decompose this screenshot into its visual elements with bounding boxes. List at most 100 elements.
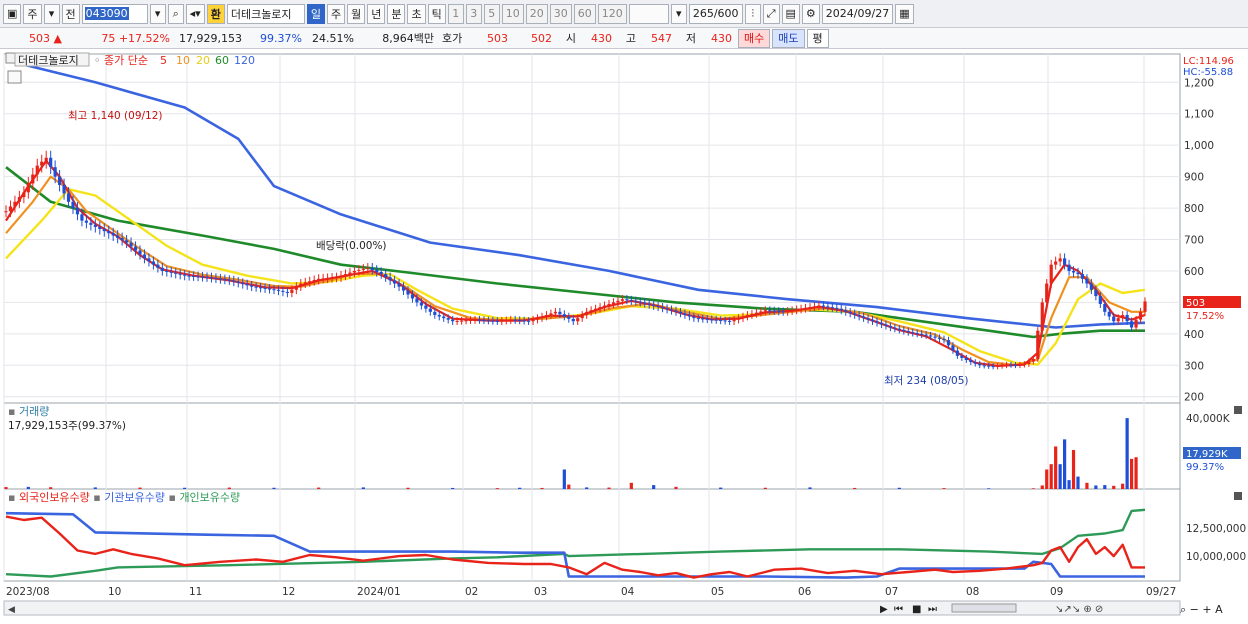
candle-body <box>58 176 62 186</box>
candle-body <box>317 278 321 280</box>
chevron-down-icon[interactable]: ▾ <box>43 3 60 24</box>
candle-body <box>728 320 732 322</box>
candle-body <box>518 320 522 322</box>
date-field[interactable]: 2024/09/27 <box>821 3 894 24</box>
candle-body <box>397 283 401 287</box>
prev-button[interactable]: 전 <box>61 3 80 24</box>
time-tick-label: 12 <box>282 586 295 598</box>
candle-body <box>955 350 959 356</box>
candle-body <box>473 319 477 321</box>
period-week[interactable]: 주 <box>326 3 346 24</box>
candle-body <box>259 287 263 289</box>
period-month[interactable]: 월 <box>347 3 366 24</box>
candle-body <box>652 304 656 306</box>
candle-body <box>513 319 517 321</box>
candle-body <box>294 286 298 290</box>
period-day[interactable]: 일 <box>306 3 325 24</box>
interval-30[interactable]: 30 <box>549 3 572 24</box>
candle-body <box>911 332 915 334</box>
candle-body <box>853 313 857 315</box>
play-icon[interactable]: ▶ <box>880 604 888 615</box>
gear-icon[interactable]: ⚙ <box>801 3 820 24</box>
code-dropdown-icon[interactable]: ▾ <box>149 3 166 24</box>
candle-body <box>437 314 441 317</box>
candle-body <box>960 355 964 358</box>
candle-body <box>129 242 133 247</box>
table-icon[interactable] <box>7 70 22 84</box>
candle-body <box>192 275 196 277</box>
period-select[interactable]: 주 <box>23 3 42 24</box>
volume-bar <box>1130 458 1134 489</box>
stock-code-input[interactable]: 043090 <box>81 3 148 24</box>
save-icon[interactable]: ▤ <box>781 3 800 24</box>
draw-tools-icon[interactable]: ↘↗↘ ⊕ ⊘ <box>1055 604 1103 615</box>
sell-button[interactable]: 매도 <box>772 28 805 48</box>
candle-body <box>920 333 924 335</box>
interval-10[interactable]: 10 <box>501 3 524 24</box>
interval-5[interactable]: 5 <box>483 3 500 24</box>
candle-body <box>290 289 294 293</box>
volume-bar <box>1031 488 1035 489</box>
candle-body <box>281 290 285 292</box>
zoom-icon[interactable]: ⌕ − + A <box>1180 603 1223 616</box>
interval-120[interactable]: 120 <box>597 3 627 24</box>
draw-tool-icon[interactable]: ⤢ <box>762 3 780 24</box>
interval-input[interactable] <box>628 3 669 24</box>
candle-body <box>200 276 205 278</box>
candle-body <box>410 294 415 299</box>
candle-body <box>468 319 473 321</box>
volume-pane-close-icon[interactable] <box>1234 406 1242 414</box>
currency-button[interactable]: 환 <box>206 3 225 24</box>
search-icon[interactable]: ⌕ <box>167 3 184 24</box>
period-minute[interactable]: 분 <box>387 3 406 24</box>
calendar-icon[interactable]: ▦ <box>895 3 914 24</box>
chart-window-icon[interactable]: ▣ <box>3 3 22 24</box>
candle-body <box>848 311 852 314</box>
price-tick-label: 400 <box>1184 329 1204 341</box>
chart-area[interactable]: 1,2001,1001,0009008007006005004003002002… <box>0 50 1248 621</box>
candle-body <box>915 333 919 335</box>
eval-button[interactable]: 평 <box>806 28 829 48</box>
interval-3[interactable]: 3 <box>465 3 482 24</box>
candle-body <box>812 306 817 308</box>
volume-bar <box>942 488 946 489</box>
rewind-icon[interactable]: ⏮ <box>894 604 903 615</box>
interval-60[interactable]: 60 <box>573 3 596 24</box>
period-year[interactable]: 년 <box>367 3 386 24</box>
holdings-pane-close-icon[interactable] <box>1234 492 1242 500</box>
count-field[interactable]: 265/600 <box>688 3 743 24</box>
period-second[interactable]: 초 <box>407 3 426 24</box>
stock-chart-svg[interactable]: 1,2001,1001,0009008007006005004003002002… <box>0 50 1248 621</box>
volume-bar <box>763 487 767 489</box>
scroll-left-icon[interactable]: ◀ <box>8 605 15 615</box>
volume-bar <box>1134 457 1138 489</box>
low-annotation: 최저 234 (08/05) <box>884 375 969 387</box>
candle-body <box>1107 311 1111 317</box>
candle-body <box>937 337 942 339</box>
candle-body <box>678 311 683 314</box>
interval-1[interactable]: 1 <box>447 3 464 24</box>
price-tick-label: 900 <box>1184 172 1204 184</box>
candle-body <box>817 305 821 307</box>
stop-icon[interactable]: ■ <box>912 604 921 615</box>
scroll-thumb[interactable] <box>951 603 1017 613</box>
speaker-icon[interactable]: ◂▾ <box>185 3 205 24</box>
candle-body <box>267 288 272 290</box>
candle-body <box>571 318 575 322</box>
period-tick[interactable]: 틱 <box>427 3 446 24</box>
candle-body <box>330 277 334 279</box>
buy-button[interactable]: 매수 <box>738 28 771 48</box>
candle-body <box>893 327 897 329</box>
interval-dropdown-icon[interactable]: ▾ <box>670 3 687 24</box>
candle-body <box>924 334 928 336</box>
candle-type-icon[interactable]: ⫶ <box>744 3 761 24</box>
candle-body <box>419 302 423 306</box>
candle-body <box>321 278 325 280</box>
fast-forward-icon[interactable]: ⏭ <box>928 604 937 615</box>
candle-body <box>790 310 794 312</box>
interval-20[interactable]: 20 <box>525 3 548 24</box>
candle-body <box>795 309 799 311</box>
candle-body <box>978 363 982 366</box>
candle-body <box>562 314 566 317</box>
candle-body <box>370 267 374 270</box>
